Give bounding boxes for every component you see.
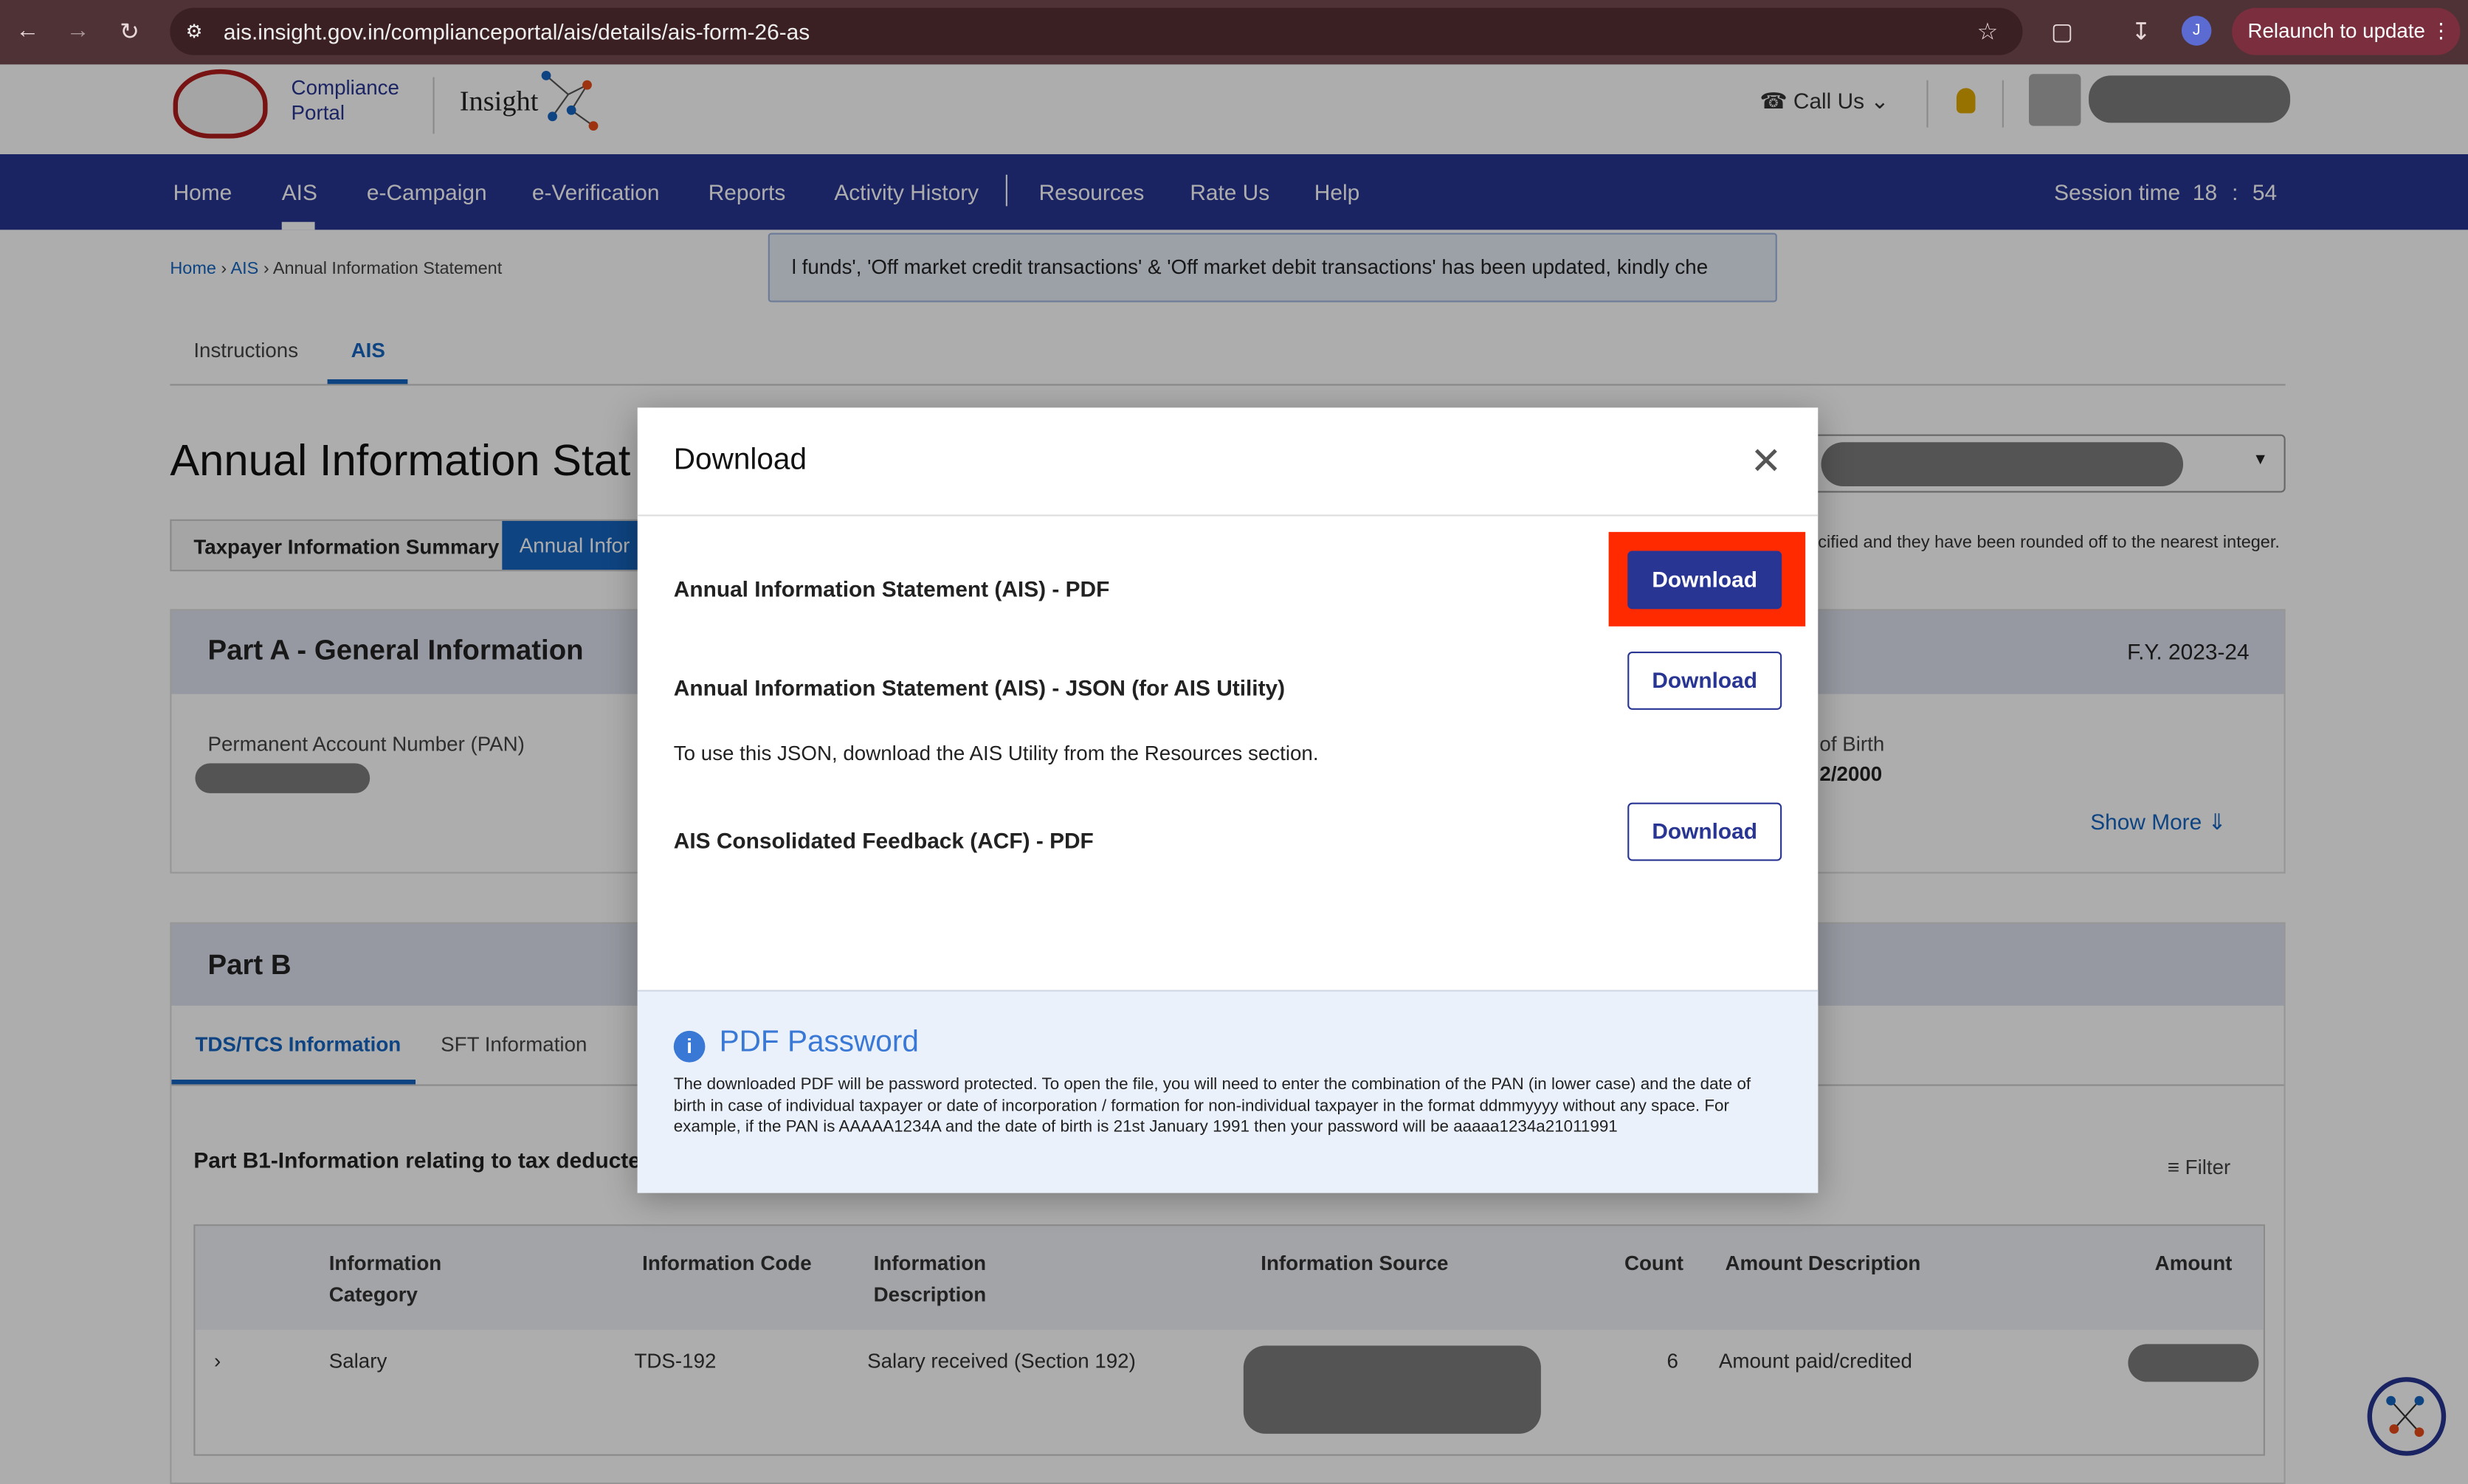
download-ais-json-button[interactable]: Download bbox=[1627, 651, 1782, 710]
json-utility-note: To use this JSON, download the AIS Utili… bbox=[673, 741, 1319, 765]
pdf-password-info: i PDF Password The downloaded PDF will b… bbox=[637, 990, 1819, 1193]
browser-toolbar: ← → ↻ ⚙ ais.insight.gov.in/complianceport… bbox=[0, 0, 2468, 65]
url-text: ais.insight.gov.in/complianceportal/ais/… bbox=[223, 18, 810, 44]
site-settings-icon[interactable]: ⚙ bbox=[186, 8, 203, 55]
page: ← → ↻ ⚙ ais.insight.gov.in/complianceport… bbox=[0, 0, 2468, 1484]
forward-icon[interactable]: → bbox=[66, 17, 90, 44]
ais-json-label: Annual Information Statement (AIS) - JSO… bbox=[673, 674, 1286, 701]
download-ais-pdf-button[interactable]: Download bbox=[1627, 551, 1782, 610]
address-bar[interactable]: ⚙ ais.insight.gov.in/complianceportal/ais… bbox=[170, 7, 2023, 55]
download-modal: Download ✕ Annual Information Statement … bbox=[637, 407, 1819, 1193]
pdf-password-title: PDF Password bbox=[719, 1026, 919, 1060]
profile-avatar[interactable]: J bbox=[2181, 15, 2212, 46]
download-icon[interactable]: ↧ bbox=[2131, 17, 2151, 46]
relaunch-label: Relaunch to update bbox=[2247, 18, 2425, 43]
download-acf-pdf-button[interactable]: Download bbox=[1627, 802, 1782, 861]
acf-pdf-label: AIS Consolidated Feedback (ACF) - PDF bbox=[673, 827, 1094, 853]
close-icon[interactable]: ✕ bbox=[1751, 439, 1782, 485]
info-icon: i bbox=[673, 1030, 706, 1063]
star-icon[interactable]: ☆ bbox=[1977, 17, 1999, 46]
relaunch-button[interactable]: Relaunch to update ⋮ bbox=[2232, 7, 2461, 55]
divider bbox=[637, 514, 1819, 517]
pdf-password-text: The downloaded PDF will be password prot… bbox=[673, 1074, 1751, 1136]
ais-pdf-label: Annual Information Statement (AIS) - PDF bbox=[673, 576, 1110, 601]
modal-title: Download bbox=[673, 444, 807, 477]
extensions-icon[interactable]: ▢ bbox=[2051, 17, 2073, 46]
reload-icon[interactable]: ↻ bbox=[120, 17, 139, 46]
back-icon[interactable]: ← bbox=[15, 17, 39, 44]
